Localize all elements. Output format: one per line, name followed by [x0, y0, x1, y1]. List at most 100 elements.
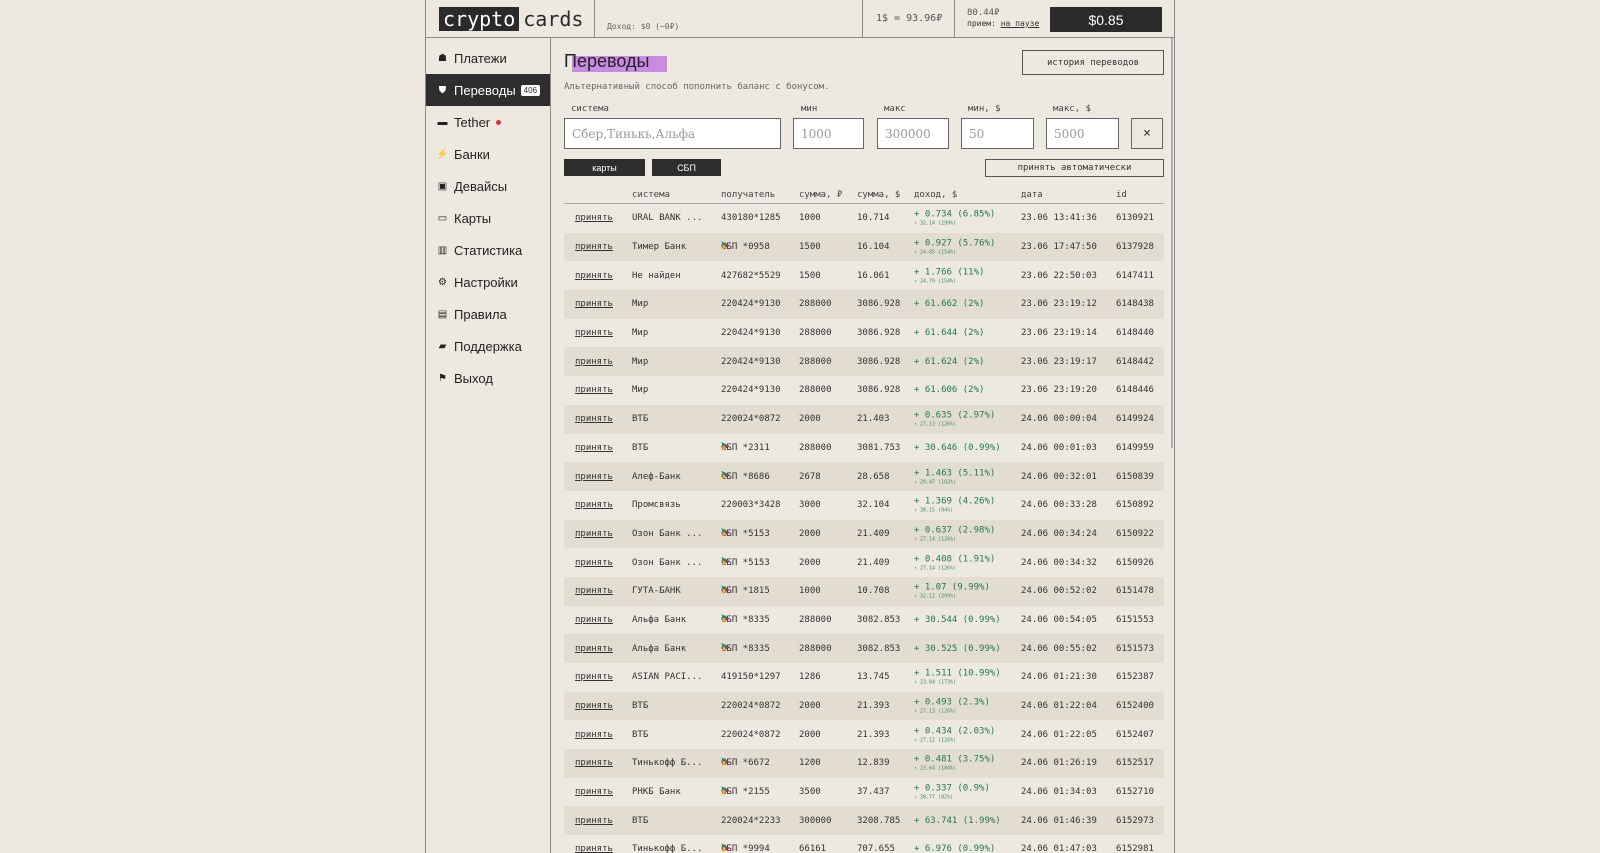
recipient-text: СБП *5153	[721, 557, 770, 568]
transfer-history-button[interactable]: история переводов	[1022, 50, 1164, 75]
accept-link[interactable]: принять	[575, 557, 613, 569]
sbp-filter-button[interactable]: СБП	[652, 159, 721, 176]
sidebar-item-banks[interactable]: ⚡ Банки	[426, 138, 550, 170]
income-cell: + 0.481 (3.75%) ↑ 23.64 (184%)	[914, 754, 995, 773]
sidebar-item-tether[interactable]: ▬ Tether	[426, 106, 550, 138]
clear-filters-button[interactable]: ×	[1131, 118, 1163, 149]
logo[interactable]: crypto cards	[439, 6, 583, 32]
sidebar-item-cards[interactable]: ▭ Карты	[426, 202, 550, 234]
sidebar-item-label: Tether	[454, 114, 491, 130]
min-usd-input[interactable]: 50	[961, 118, 1034, 149]
recipient-cell: СБП *2311	[721, 441, 801, 454]
recipient-cell: 427682*5529	[721, 270, 801, 282]
amount-rub-cell: 300000	[799, 815, 832, 826]
accept-link[interactable]: принять	[575, 757, 613, 769]
table-row: принять Тимер Банк СБП *0958 1500 16.104 + 0.…	[564, 232, 1164, 262]
income-bonus: ↑ 24.85 (154%)	[914, 249, 957, 256]
amount-usd-cell: 37.437	[857, 787, 890, 798]
sidebar-item-payments[interactable]: ☗ Платежи	[426, 42, 550, 74]
income-value: + 1.766 (11%)	[914, 267, 985, 278]
income-bonus: ↑ 29.47 (102%)	[914, 479, 957, 486]
amount-usd-cell: 32.104	[857, 500, 890, 511]
accept-link[interactable]: принять	[575, 585, 613, 597]
amount-rub-cell: 1000	[799, 213, 821, 224]
max-usd-input[interactable]: 5000	[1046, 118, 1119, 149]
header: crypto cards Доход: $0 (~0₽) 1$ = 93.96₽ …	[426, 0, 1174, 38]
recipient-text: СБП *1815	[721, 586, 770, 597]
app-window: crypto cards Доход: $0 (~0₽) 1$ = 93.96₽ …	[425, 0, 1175, 853]
recipient-cell: 220003*3428	[721, 499, 801, 511]
accept-link[interactable]: принять	[575, 700, 613, 712]
accept-link[interactable]: принять	[575, 442, 613, 454]
sidebar-item-support[interactable]: ▰ Поддержка	[426, 330, 550, 362]
cards-filter-button[interactable]: карты	[564, 159, 645, 176]
page-title-text: Переводы	[564, 51, 650, 71]
intake-pause-link[interactable]: на паузе	[1001, 19, 1040, 28]
accept-link[interactable]: принять	[575, 384, 613, 396]
system-cell: Альфа Банк	[632, 643, 687, 654]
accept-link[interactable]: принять	[575, 499, 613, 511]
min-label: мин	[801, 104, 818, 114]
sidebar-item-statistics[interactable]: ▥ Статистика	[426, 234, 550, 266]
accept-link[interactable]: принять	[575, 614, 613, 626]
income-text: Доход: $0 (~0₽)	[607, 22, 680, 31]
amount-rub-cell: 1500	[799, 270, 821, 281]
income-value: + 30.544 (0.99%)	[914, 614, 1001, 625]
id-cell: 6152407	[1116, 729, 1154, 740]
accept-link[interactable]: принять	[575, 671, 613, 683]
accept-link[interactable]: принять	[575, 212, 613, 224]
sidebar-item-logout[interactable]: ⚑ Выход	[426, 362, 550, 394]
accept-link[interactable]: принять	[575, 786, 613, 798]
date-cell: 24.06 00:32:01	[1021, 471, 1097, 482]
chat-icon: ▰	[438, 340, 447, 352]
recipient-cell: СБП *0958	[721, 241, 801, 253]
accept-link[interactable]: принять	[575, 843, 613, 853]
sidebar-item-devices[interactable]: ▣ Девайсы	[426, 170, 550, 202]
logo-box-text: crypto	[439, 7, 520, 31]
col-id: id	[1116, 190, 1127, 200]
income-cell: + 30.646 (0.99%)	[914, 442, 1001, 454]
accept-link[interactable]: принять	[575, 356, 613, 368]
sidebar-item-label: Выход	[454, 370, 493, 386]
amount-rub-cell: 288000	[799, 442, 832, 453]
table-row: принять ГУТА-БАНК СБП *1815 1000 10.708 + 1.0…	[564, 576, 1164, 606]
accept-link[interactable]: принять	[575, 471, 613, 483]
sidebar-item-rules[interactable]: ▤ Правила	[426, 298, 550, 330]
recipient-cell: 220424*9130	[721, 327, 801, 339]
max-input[interactable]: 300000	[877, 118, 949, 149]
table-row: принять Озон Банк ... СБП *5153 2000 21.409 +…	[564, 548, 1164, 577]
accept-link[interactable]: принять	[575, 241, 613, 253]
income-cell: + 0.434 (2.03%) ↑ 27.12 (126%)	[914, 725, 995, 744]
income-value: + 30.646 (0.99%)	[914, 442, 1001, 453]
accept-link[interactable]: принять	[575, 528, 613, 540]
accept-link[interactable]: принять	[575, 327, 613, 339]
system-cell: ВТБ	[632, 442, 649, 453]
date-cell: 24.06 00:55:02	[1021, 643, 1097, 654]
recipient-text: 427682*5529	[721, 270, 781, 281]
income-cell: + 0.337 (0.9%) ↑ 30.77 (82%)	[914, 783, 990, 802]
id-cell: 6151478	[1116, 586, 1154, 597]
accept-link[interactable]: принять	[575, 270, 613, 282]
accept-link[interactable]: принять	[575, 729, 613, 741]
scrollbar[interactable]	[1171, 38, 1173, 448]
income-bonus: ↑ 27.13 (126%)	[914, 421, 957, 428]
header-divider	[594, 0, 595, 38]
min-input[interactable]: 1000	[793, 118, 864, 149]
intake-label: прием:	[967, 19, 996, 28]
income-value: + 0.927 (5.76%)	[914, 238, 996, 249]
auto-accept-button[interactable]: принять автоматически	[985, 159, 1164, 177]
income-value: + 61.624 (2%)	[914, 356, 985, 367]
accept-link[interactable]: принять	[575, 298, 613, 310]
recipient-cell: СБП *2155	[721, 786, 801, 798]
sidebar-item-settings[interactable]: ⚙ Настройки	[426, 266, 550, 298]
amount-rub-cell: 2678	[799, 471, 821, 482]
date-cell: 24.06 00:34:24	[1021, 528, 1097, 539]
sidebar-item-transfers[interactable]: ⛊ Переводы 406	[426, 74, 550, 106]
table-row: принять ВТБ 220024*0872 2000 21.393 + 0.493 (…	[564, 691, 1164, 721]
lightning-icon: ⚡	[436, 148, 449, 160]
amount-usd-cell: 3082.853	[857, 614, 901, 625]
system-input[interactable]: Сбер,Тинькь,Альфа	[564, 118, 781, 149]
accept-link[interactable]: принять	[575, 643, 613, 655]
accept-link[interactable]: принять	[575, 815, 613, 827]
accept-link[interactable]: принять	[575, 413, 613, 425]
